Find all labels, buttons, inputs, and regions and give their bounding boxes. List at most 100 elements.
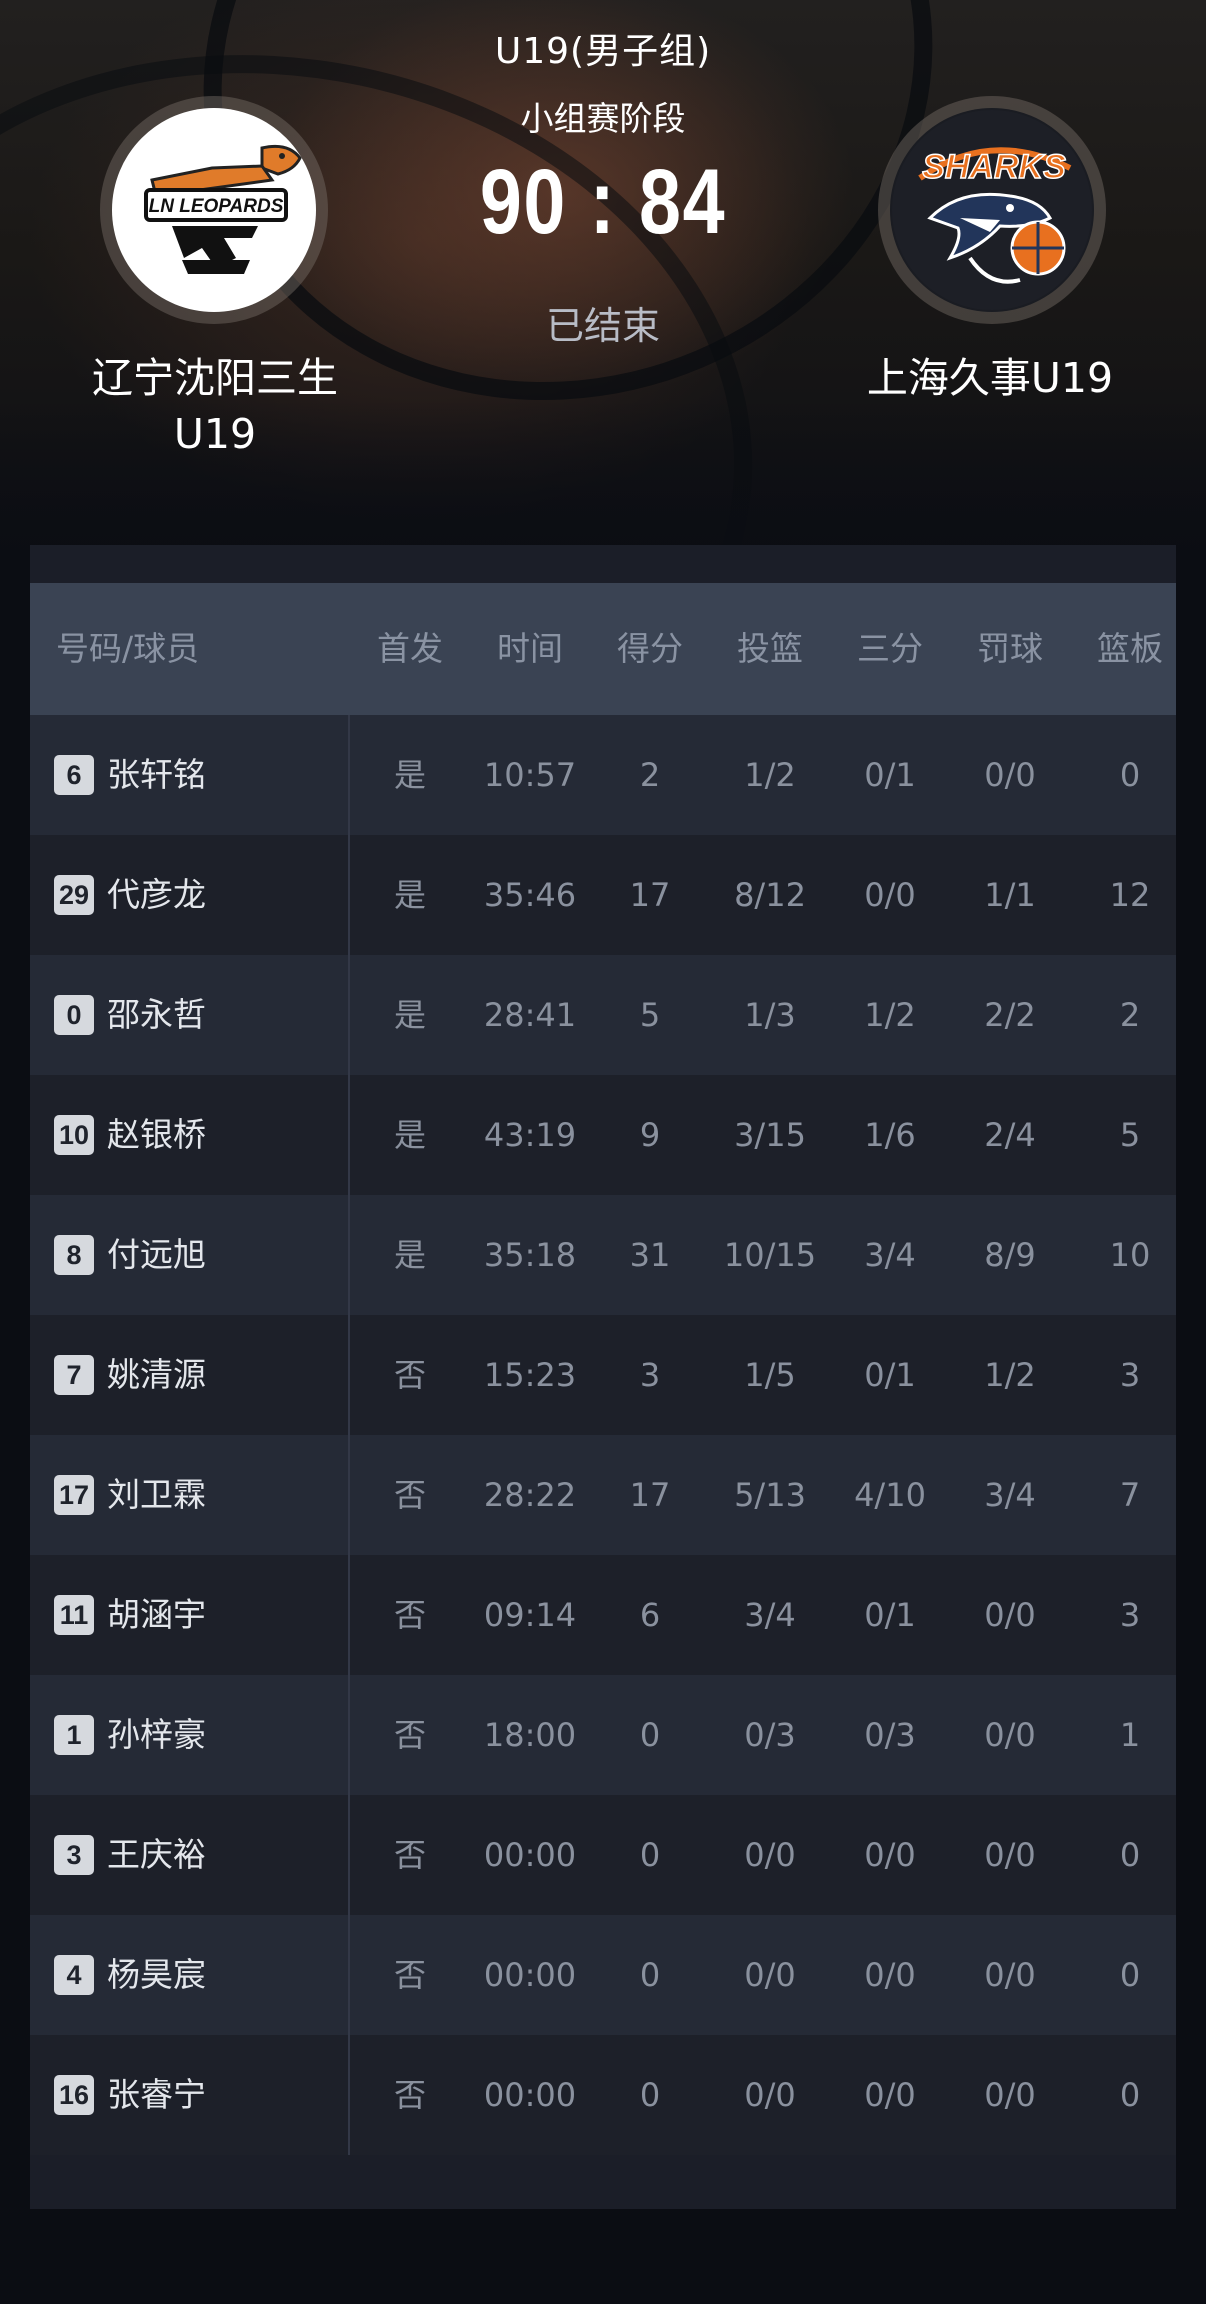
table-row[interactable]: 3 王庆裕 否 00:00 0 0/0 0/0 0/0 0 bbox=[30, 1795, 1176, 1915]
stat-reb: 3 bbox=[1119, 1596, 1141, 1634]
player-name[interactable]: 刘卫霖 bbox=[107, 1435, 206, 1555]
table-row[interactable]: 16 张睿宁 否 00:00 0 0/0 0/0 0/0 0 bbox=[30, 2035, 1176, 2155]
stat-fg: 5/13 bbox=[734, 1476, 806, 1514]
stat-time: 15:23 bbox=[483, 1356, 577, 1394]
stat-points: 2 bbox=[639, 756, 661, 794]
stat-fg: 1/2 bbox=[744, 756, 796, 794]
table-row[interactable]: 1 孙梓豪 否 18:00 0 0/3 0/3 0/0 1 bbox=[30, 1675, 1176, 1795]
stat-points: 31 bbox=[629, 1236, 671, 1274]
stat-time: 43:19 bbox=[483, 1116, 577, 1154]
player-name[interactable]: 姚清源 bbox=[107, 1315, 206, 1435]
league-label: U19(男子组) bbox=[494, 31, 712, 72]
stat-ft: 2/2 bbox=[984, 996, 1036, 1034]
header-fg[interactable]: 投篮 bbox=[710, 583, 830, 715]
stat-reb: 1 bbox=[1119, 1716, 1141, 1754]
jersey-number-badge: 0 bbox=[54, 995, 94, 1035]
stat-points: 0 bbox=[639, 1716, 661, 1754]
away-team-logo[interactable]: SHARKS bbox=[878, 96, 1106, 324]
jersey-number-badge: 11 bbox=[54, 1595, 94, 1635]
stat-fg: 1/5 bbox=[744, 1356, 796, 1394]
stat-points: 17 bbox=[629, 876, 671, 914]
header-points[interactable]: 得分 bbox=[590, 583, 710, 715]
player-name[interactable]: 孙梓豪 bbox=[107, 1675, 206, 1795]
jersey-number-badge: 10 bbox=[54, 1115, 94, 1155]
player-name[interactable]: 胡涵宇 bbox=[107, 1555, 206, 1675]
stat-three: 3/4 bbox=[864, 1236, 916, 1274]
home-team-logo[interactable]: LN LEOPARDS bbox=[100, 96, 328, 324]
player-name[interactable]: 邵永哲 bbox=[107, 955, 206, 1075]
table-row[interactable]: 10 赵银桥 是 43:19 9 3/15 1/6 2/4 5 bbox=[30, 1075, 1176, 1195]
header-player[interactable]: 号码/球员 bbox=[56, 583, 336, 715]
stat-starter: 是 bbox=[393, 876, 426, 914]
stat-fg: 0/3 bbox=[744, 1716, 796, 1754]
header-starter[interactable]: 首发 bbox=[350, 583, 470, 715]
stat-three: 0/1 bbox=[864, 1596, 916, 1634]
stat-three: 0/3 bbox=[864, 1716, 916, 1754]
jersey-number-badge: 3 bbox=[54, 1835, 94, 1875]
player-name[interactable]: 张轩铭 bbox=[107, 715, 206, 835]
stat-points: 0 bbox=[639, 1956, 661, 1994]
stat-reb: 5 bbox=[1119, 1116, 1141, 1154]
player-name[interactable]: 张睿宁 bbox=[107, 2035, 206, 2155]
stat-starter: 否 bbox=[393, 1596, 426, 1634]
player-name[interactable]: 赵银桥 bbox=[107, 1075, 206, 1195]
stat-time: 35:18 bbox=[483, 1236, 577, 1274]
home-team-name[interactable]: 辽宁沈阳三生 U19 bbox=[60, 350, 370, 462]
stat-time: 10:57 bbox=[483, 756, 577, 794]
stat-three: 0/1 bbox=[864, 756, 916, 794]
stat-points: 5 bbox=[639, 996, 661, 1034]
player-name[interactable]: 代彦龙 bbox=[107, 835, 206, 955]
header-time[interactable]: 时间 bbox=[470, 583, 590, 715]
header-ft[interactable]: 罚球 bbox=[950, 583, 1070, 715]
stat-ft: 1/1 bbox=[984, 876, 1036, 914]
stat-starter: 是 bbox=[393, 756, 426, 794]
stat-fg: 3/15 bbox=[734, 1116, 806, 1154]
stat-ft: 0/0 bbox=[984, 1836, 1036, 1874]
table-row[interactable]: 17 刘卫霖 否 28:22 17 5/13 4/10 3/4 7 bbox=[30, 1435, 1176, 1555]
stat-fg: 0/0 bbox=[744, 1956, 796, 1994]
player-name[interactable]: 付远旭 bbox=[107, 1195, 206, 1315]
player-name[interactable]: 杨昊宸 bbox=[107, 1915, 206, 2035]
stat-points: 3 bbox=[639, 1356, 661, 1394]
stat-three: 0/0 bbox=[864, 1836, 916, 1874]
leopards-logo-icon: LN LEOPARDS bbox=[112, 108, 316, 312]
table-row[interactable]: 0 邵永哲 是 28:41 5 1/3 1/2 2/2 2 bbox=[30, 955, 1176, 1075]
stat-three: 0/0 bbox=[864, 876, 916, 914]
stat-time: 00:00 bbox=[483, 2076, 577, 2114]
stat-three: 0/1 bbox=[864, 1356, 916, 1394]
table-row[interactable]: 7 姚清源 否 15:23 3 1/5 0/1 1/2 3 bbox=[30, 1315, 1176, 1435]
table-row[interactable]: 6 张轩铭 是 10:57 2 1/2 0/1 0/0 0 bbox=[30, 715, 1176, 835]
stat-starter: 否 bbox=[393, 2076, 426, 2114]
table-row[interactable]: 8 付远旭 是 35:18 31 10/15 3/4 8/9 10 bbox=[30, 1195, 1176, 1315]
stat-reb: 3 bbox=[1119, 1356, 1141, 1394]
stat-points: 0 bbox=[639, 2076, 661, 2114]
jersey-number-badge: 1 bbox=[54, 1715, 94, 1755]
table-row[interactable]: 4 杨昊宸 否 00:00 0 0/0 0/0 0/0 0 bbox=[30, 1915, 1176, 2035]
jersey-number-badge: 16 bbox=[54, 2075, 94, 2115]
stat-ft: 0/0 bbox=[984, 2076, 1036, 2114]
table-row[interactable]: 29 代彦龙 是 35:46 17 8/12 0/0 1/1 12 bbox=[30, 835, 1176, 955]
header-three[interactable]: 三分 bbox=[830, 583, 950, 715]
away-team-name[interactable]: 上海久事U19 bbox=[840, 350, 1140, 406]
stat-starter: 是 bbox=[393, 996, 426, 1034]
home-team-name-line1: 辽宁沈阳三生 bbox=[92, 354, 338, 402]
stat-ft: 0/0 bbox=[984, 1956, 1036, 1994]
table-header: 号码/球员 首发 时间 得分 投篮 三分 罚球 篮板 bbox=[30, 583, 1176, 715]
jersey-number-badge: 7 bbox=[54, 1355, 94, 1395]
stat-starter: 否 bbox=[393, 1476, 426, 1514]
player-name[interactable]: 王庆裕 bbox=[107, 1795, 206, 1915]
stat-points: 17 bbox=[629, 1476, 671, 1514]
table-row[interactable]: 11 胡涵宇 否 09:14 6 3/4 0/1 0/0 3 bbox=[30, 1555, 1176, 1675]
stat-three: 0/0 bbox=[864, 2076, 916, 2114]
stat-starter: 否 bbox=[393, 1356, 426, 1394]
stat-three: 1/2 bbox=[864, 996, 916, 1034]
stat-reb: 10 bbox=[1109, 1236, 1151, 1274]
stat-reb: 0 bbox=[1119, 1836, 1141, 1874]
stat-starter: 否 bbox=[393, 1956, 426, 1994]
column-divider bbox=[348, 715, 350, 2155]
stat-fg: 1/3 bbox=[744, 996, 796, 1034]
stat-three: 1/6 bbox=[864, 1116, 916, 1154]
header-rebounds[interactable]: 篮板 bbox=[1070, 583, 1190, 715]
stat-time: 00:00 bbox=[483, 1956, 577, 1994]
stat-starter: 否 bbox=[393, 1716, 426, 1754]
